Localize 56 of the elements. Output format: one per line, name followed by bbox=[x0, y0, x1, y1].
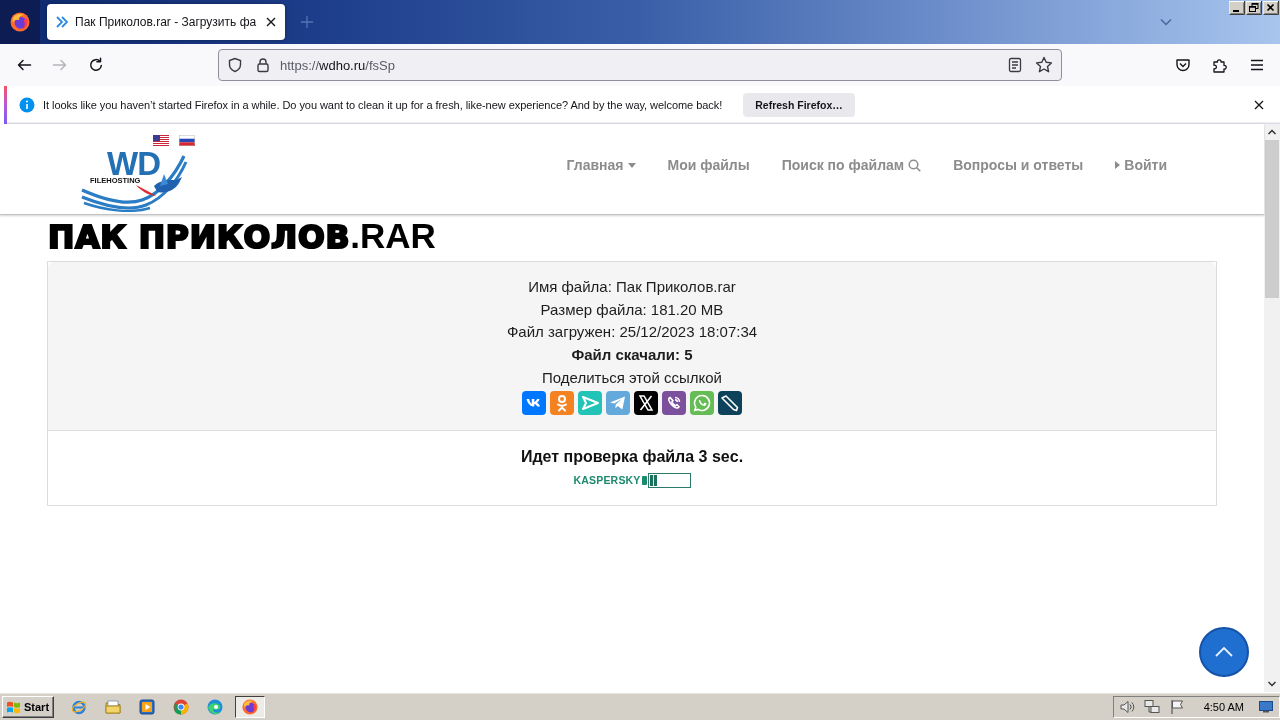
lock-icon bbox=[255, 57, 271, 73]
speaker-icon[interactable] bbox=[1118, 698, 1135, 715]
folder-icon[interactable] bbox=[105, 698, 121, 715]
address-bar[interactable]: https://wdho.ru/fsSp bbox=[218, 49, 1062, 81]
reload-icon[interactable] bbox=[88, 57, 104, 73]
russian-flag-icon[interactable] bbox=[179, 135, 195, 146]
scroll-to-top-button[interactable] bbox=[1199, 627, 1249, 677]
caret-down-icon bbox=[627, 162, 636, 168]
file-info-text: Размер файла: 181.20 MB bbox=[540, 299, 724, 320]
back-arrow-icon[interactable] bbox=[16, 57, 32, 73]
media-player-icon[interactable] bbox=[139, 698, 155, 715]
pocket-icon[interactable] bbox=[1175, 57, 1191, 73]
star-icon bbox=[1035, 56, 1053, 74]
firefox-logo-icon[interactable] bbox=[10, 12, 30, 32]
firefox-logo-icon[interactable] bbox=[242, 698, 258, 715]
show-desktop-icon[interactable] bbox=[1259, 700, 1273, 713]
file-info-text: Поделиться этой ссылкой bbox=[542, 367, 722, 388]
vk-icon[interactable] bbox=[522, 390, 546, 415]
network-icon[interactable] bbox=[1143, 698, 1160, 715]
file-info-text: Файл загружен: 25/12/2023 18:07:34 bbox=[506, 322, 758, 343]
close-icon[interactable] bbox=[1254, 100, 1264, 110]
flag-icon[interactable] bbox=[1168, 698, 1185, 715]
menu-icon[interactable] bbox=[1249, 57, 1265, 73]
clock[interactable]: 4:50 AM bbox=[1203, 700, 1244, 713]
restore-icon[interactable] bbox=[1246, 1, 1262, 15]
person-icon[interactable] bbox=[550, 390, 574, 415]
scrollbar-thumb[interactable] bbox=[1265, 140, 1279, 298]
file-info-text: Файл скачали: 5 bbox=[571, 345, 693, 366]
browser-tab[interactable]: Пак Приколов.rar - Загрузить фа bbox=[47, 4, 286, 40]
edge-icon[interactable] bbox=[207, 698, 223, 715]
internet-explorer-icon[interactable] bbox=[71, 698, 87, 715]
reader-view-icon bbox=[1007, 57, 1023, 73]
minimize-icon[interactable] bbox=[1229, 1, 1245, 15]
kaspersky-logo: KASPERSKY bbox=[573, 474, 647, 486]
puzzle-piece-icon[interactable] bbox=[1212, 57, 1228, 73]
close-icon[interactable] bbox=[266, 17, 277, 27]
windows-logo-icon bbox=[6, 699, 21, 714]
page-title: ПАК ПРИКОЛОВ.RAR bbox=[47, 215, 437, 257]
caret-right-icon bbox=[1115, 161, 1121, 169]
taskbar-button[interactable] bbox=[235, 695, 265, 718]
chevron-up-icon bbox=[1214, 646, 1234, 658]
close-icon[interactable] bbox=[1263, 1, 1279, 15]
info-icon bbox=[19, 97, 35, 113]
us-flag-icon[interactable] bbox=[153, 135, 169, 146]
phone-icon[interactable] bbox=[662, 390, 686, 415]
notification-message: It looks like you haven’t started Firefox in a while. Do you want to clean it up for a fresh, like-new experience? And by the way, welcome back! bbox=[43, 99, 723, 111]
refresh-firefox-button[interactable]: Refresh Firefox… bbox=[743, 93, 855, 117]
chrome-icon[interactable] bbox=[173, 698, 189, 715]
start-button[interactable]: Start bbox=[2, 695, 54, 718]
scan-message: Идет проверка файла 3 sec. bbox=[520, 446, 744, 467]
search-icon bbox=[908, 158, 922, 172]
pencil-icon[interactable] bbox=[718, 390, 742, 415]
file-info-text: Имя файла: Пак Приколов.rar bbox=[528, 277, 736, 297]
double-chevron-icon bbox=[55, 15, 69, 29]
x-logo-icon[interactable] bbox=[634, 390, 658, 415]
shield-icon bbox=[227, 57, 243, 73]
